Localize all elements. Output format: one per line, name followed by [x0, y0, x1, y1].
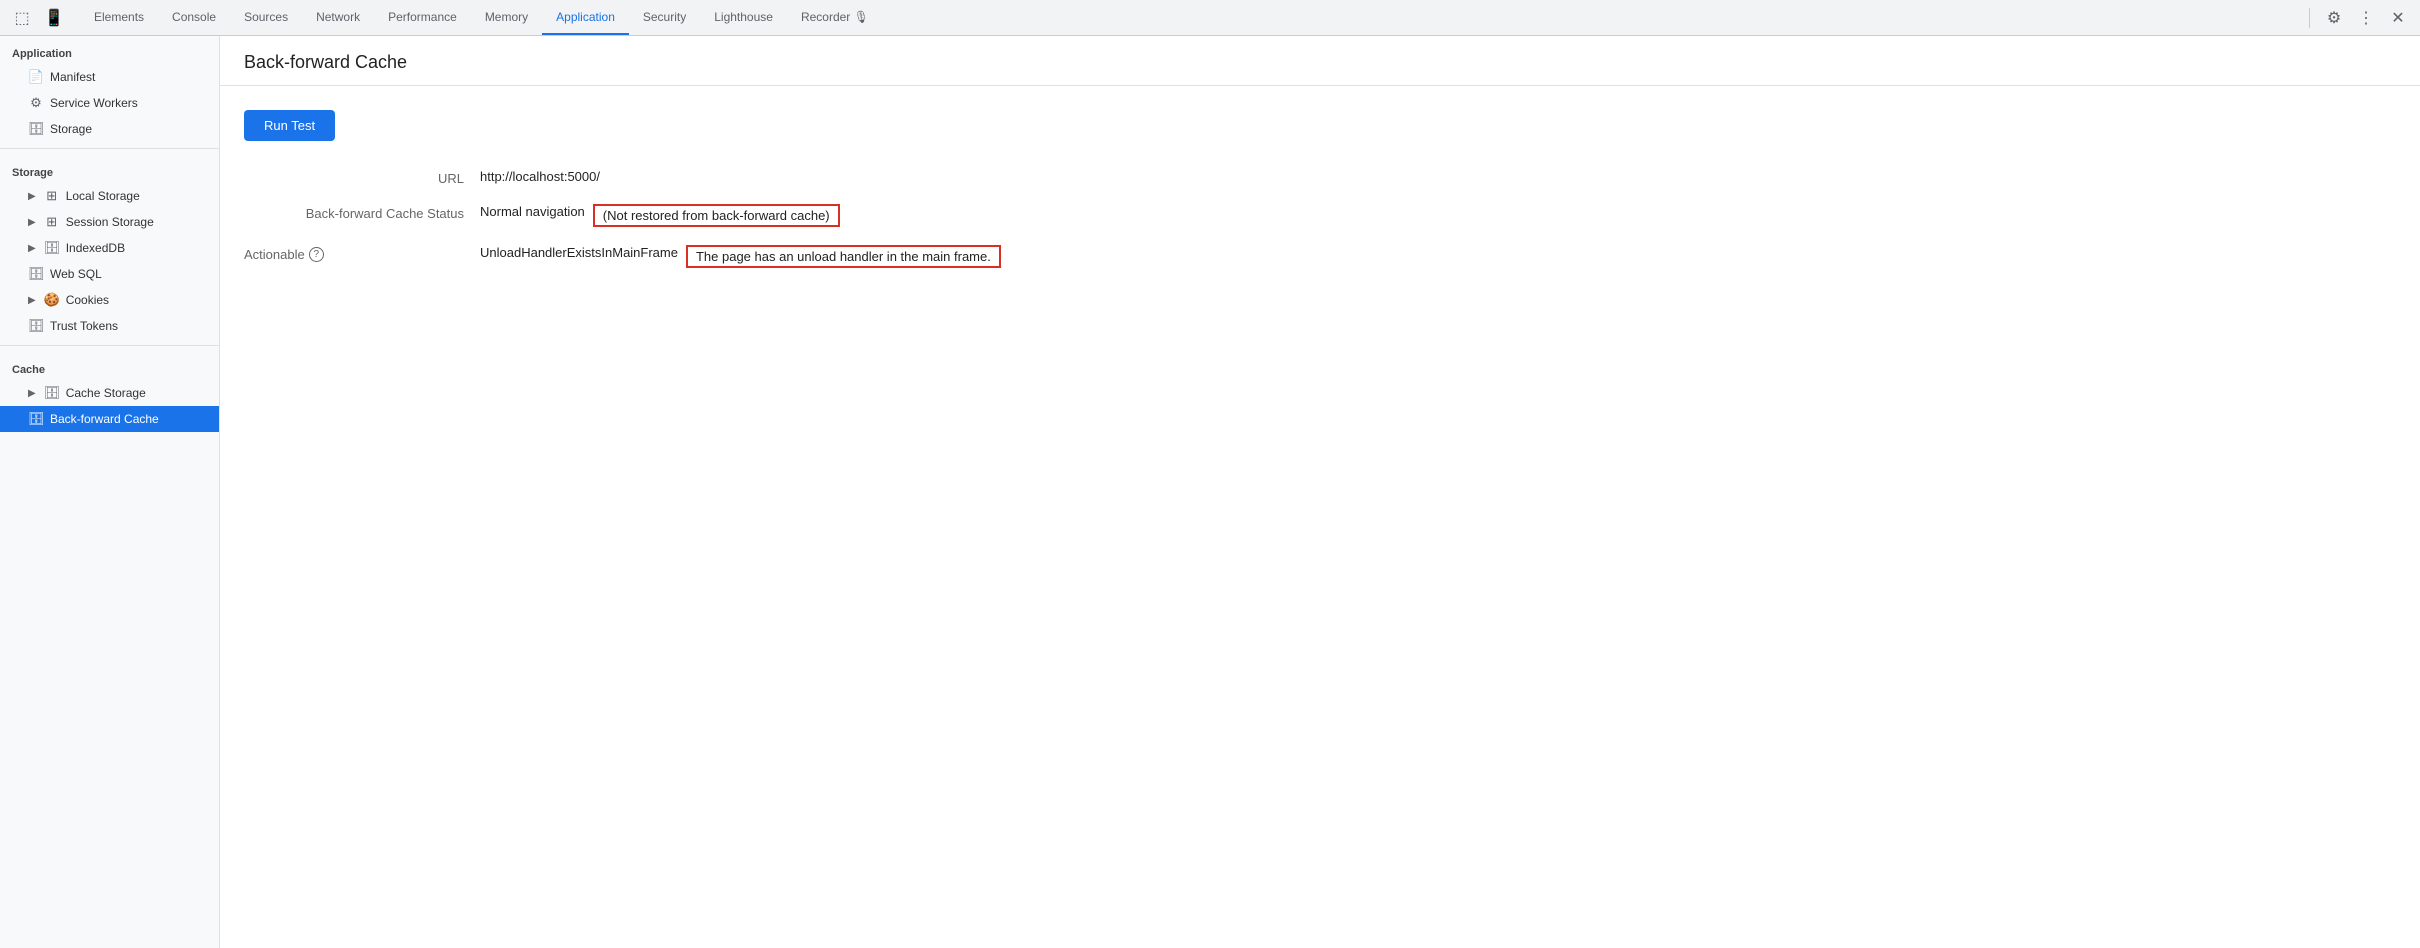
sidebar: Application 📄 Manifest ⚙ Service Workers… [0, 36, 220, 948]
session-storage-icon: ⊞ [44, 214, 60, 230]
sidebar-section-cache: Cache [0, 352, 219, 380]
url-row: URL http://localhost:5000/ [244, 169, 2396, 186]
manifest-icon: 📄 [28, 69, 44, 85]
trust-tokens-icon: 🗄 [28, 318, 44, 334]
url-label: URL [244, 169, 464, 186]
content-body: Run Test URL http://localhost:5000/ Back… [220, 86, 2420, 310]
sidebar-item-storage-label: Storage [50, 122, 92, 136]
expand-cookies-icon: ▶ [28, 295, 36, 306]
sidebar-item-session-storage[interactable]: ▶ ⊞ Session Storage [0, 209, 219, 235]
expand-indexeddb-icon: ▶ [28, 243, 36, 254]
sidebar-divider-2 [0, 345, 219, 346]
sidebar-item-session-storage-label: Session Storage [66, 215, 154, 229]
help-icon[interactable]: ? [309, 247, 324, 262]
url-value: http://localhost:5000/ [480, 169, 600, 184]
sidebar-item-cache-storage[interactable]: ▶ 🗄 Cache Storage [0, 380, 219, 406]
close-devtools-button[interactable]: ✕ [2384, 4, 2412, 32]
tab-application[interactable]: Application [542, 0, 629, 35]
storage-icon: 🗄 [28, 121, 44, 137]
tab-memory[interactable]: Memory [471, 0, 542, 35]
sidebar-item-cookies[interactable]: ▶ 🍪 Cookies [0, 287, 219, 313]
tab-sources[interactable]: Sources [230, 0, 302, 35]
indexeddb-icon: 🗄 [44, 240, 60, 256]
close-icon: ✕ [2391, 8, 2404, 28]
sidebar-item-cache-storage-label: Cache Storage [66, 386, 146, 400]
toolbar-icon-group: ⬚ 📱 [8, 4, 68, 32]
bfc-status-row: Back-forward Cache Status Normal navigat… [244, 204, 2396, 227]
bfc-status-label: Back-forward Cache Status [244, 204, 464, 221]
actionable-label: Actionable ? [244, 245, 464, 262]
sidebar-item-web-sql-label: Web SQL [50, 267, 102, 281]
sidebar-item-trust-tokens-label: Trust Tokens [50, 319, 118, 333]
back-forward-cache-icon: 🗄 [28, 411, 44, 427]
tab-performance[interactable]: Performance [374, 0, 471, 35]
expand-local-storage-icon: ▶ [28, 191, 36, 202]
sidebar-item-service-workers-label: Service Workers [50, 96, 138, 110]
actionable-row: Actionable ? UnloadHandlerExistsInMainFr… [244, 245, 2396, 268]
page-title: Back-forward Cache [244, 52, 2396, 73]
settings-button[interactable]: ⚙ [2320, 4, 2348, 32]
sidebar-item-manifest-label: Manifest [50, 70, 95, 84]
tab-console[interactable]: Console [158, 0, 230, 35]
sidebar-item-indexeddb-label: IndexedDB [66, 241, 125, 255]
sidebar-item-manifest[interactable]: 📄 Manifest [0, 64, 219, 90]
tab-security[interactable]: Security [629, 0, 700, 35]
sidebar-item-back-forward-cache[interactable]: 🗄 Back-forward Cache [0, 406, 219, 432]
content-area: Back-forward Cache Run Test URL http://l… [220, 36, 2420, 948]
expand-session-storage-icon: ▶ [28, 217, 36, 228]
local-storage-icon: ⊞ [44, 188, 60, 204]
tab-recorder[interactable]: Recorder 🎙 [787, 0, 883, 35]
bfc-normal-nav-text: Normal navigation [480, 204, 585, 219]
sidebar-item-local-storage[interactable]: ▶ ⊞ Local Storage [0, 183, 219, 209]
toolbar-actions: ⚙ ⋮ ✕ [2303, 4, 2412, 32]
sidebar-divider-1 [0, 148, 219, 149]
actionable-key-text: UnloadHandlerExistsInMainFrame [480, 245, 678, 260]
sidebar-item-service-workers[interactable]: ⚙ Service Workers [0, 90, 219, 116]
cache-storage-icon: 🗄 [44, 385, 60, 401]
actionable-value: UnloadHandlerExistsInMainFrame The page … [480, 245, 1001, 268]
devtools-toolbar: ⬚ 📱 Elements Console Sources Network Per… [0, 0, 2420, 36]
sidebar-item-trust-tokens[interactable]: 🗄 Trust Tokens [0, 313, 219, 339]
tab-elements[interactable]: Elements [80, 0, 158, 35]
sidebar-section-application: Application [0, 36, 219, 64]
device-icon: 📱 [44, 8, 64, 28]
sidebar-item-web-sql[interactable]: 🗄 Web SQL [0, 261, 219, 287]
run-test-button[interactable]: Run Test [244, 110, 335, 141]
cookies-icon: 🍪 [44, 292, 60, 308]
expand-cache-storage-icon: ▶ [28, 388, 36, 399]
sidebar-section-storage: Storage [0, 155, 219, 183]
actionable-label-text: Actionable [244, 247, 305, 262]
toolbar-tabs: Elements Console Sources Network Perform… [80, 0, 2303, 35]
sidebar-item-cookies-label: Cookies [66, 293, 109, 307]
tab-network[interactable]: Network [302, 0, 374, 35]
more-icon: ⋮ [2358, 8, 2374, 28]
sidebar-item-back-forward-cache-label: Back-forward Cache [50, 412, 159, 426]
web-sql-icon: 🗄 [28, 266, 44, 282]
more-options-button[interactable]: ⋮ [2352, 4, 2380, 32]
main-layout: Application 📄 Manifest ⚙ Service Workers… [0, 36, 2420, 948]
bfc-status-value: Normal navigation (Not restored from bac… [480, 204, 840, 227]
inspect-element-button[interactable]: ⬚ [8, 4, 36, 32]
bfc-not-restored-badge: (Not restored from back-forward cache) [593, 204, 840, 227]
service-workers-icon: ⚙ [28, 95, 44, 111]
sidebar-item-indexeddb[interactable]: ▶ 🗄 IndexedDB [0, 235, 219, 261]
tab-lighthouse[interactable]: Lighthouse [700, 0, 787, 35]
inspect-icon: ⬚ [14, 8, 29, 28]
sidebar-item-storage[interactable]: 🗄 Storage [0, 116, 219, 142]
device-toggle-button[interactable]: 📱 [40, 4, 68, 32]
sidebar-item-local-storage-label: Local Storage [66, 189, 140, 203]
content-header: Back-forward Cache [220, 36, 2420, 86]
actionable-message-badge: The page has an unload handler in the ma… [686, 245, 1001, 268]
gear-icon: ⚙ [2327, 8, 2341, 28]
